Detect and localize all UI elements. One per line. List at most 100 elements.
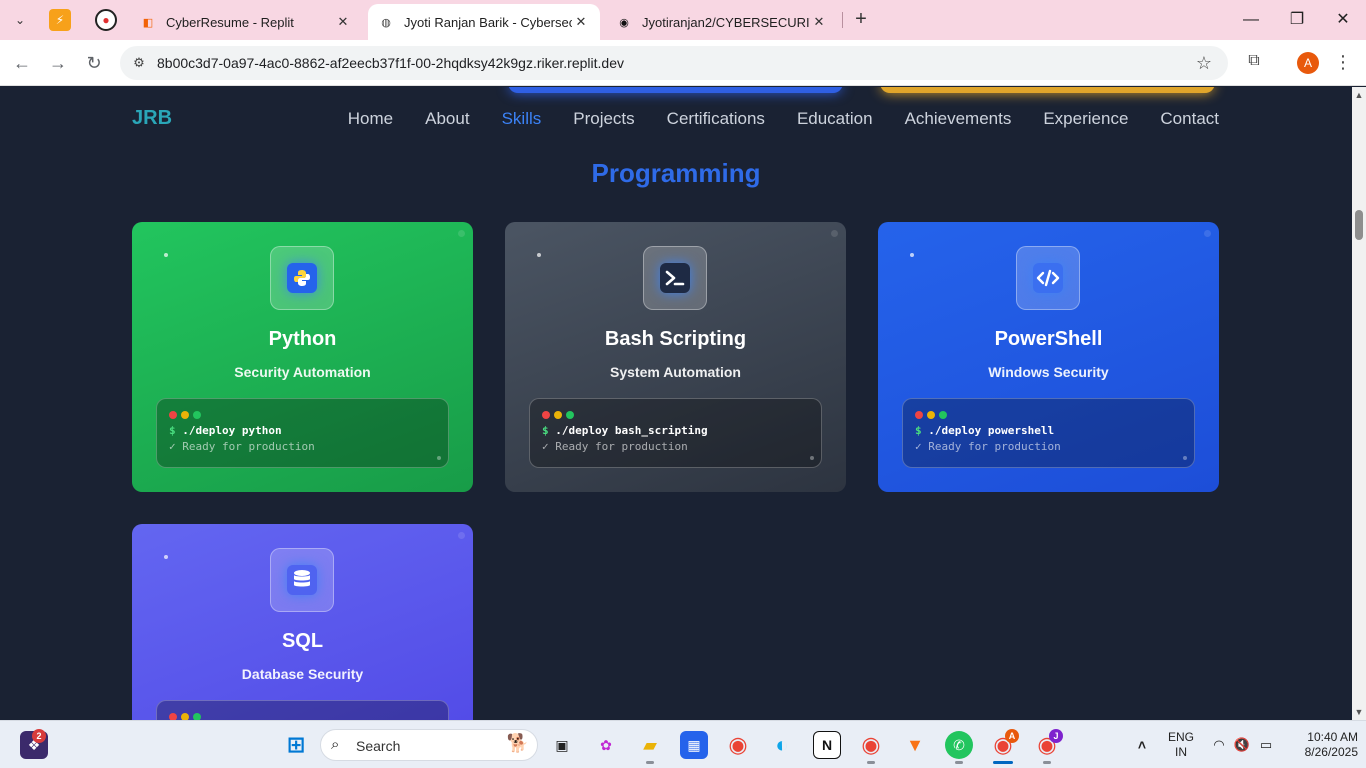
skill-subtitle: Database Security	[241, 666, 364, 682]
windows-start-icon[interactable]: ⊞	[282, 731, 310, 759]
clock-time: 10:40 AM	[1307, 730, 1358, 744]
decorative-dot	[458, 532, 465, 539]
chevron-up-icon[interactable]: ˄	[1128, 731, 1156, 759]
replit-icon: ◧	[142, 16, 154, 29]
skill-subtitle: Security Automation	[234, 364, 371, 380]
terminal-snippet: $ ./deploy powershell ✓ Ready for produc…	[902, 398, 1195, 468]
skill-icon-box	[270, 246, 334, 310]
terminal-dot	[169, 713, 177, 720]
close-icon[interactable]: ✕	[572, 14, 590, 30]
terminal-window-dots	[915, 411, 947, 419]
skill-card-powershell[interactable]: PowerShell Windows Security $ ./deploy p…	[878, 222, 1219, 492]
scroll-down-arrow-icon[interactable]: ▼	[1352, 705, 1366, 719]
browser-tab-strip: ⌄ ⚡ ● ◧ CyberResume - Replit ✕ ◍ Jyoti R…	[0, 0, 1366, 40]
nav-link-home[interactable]: Home	[348, 109, 393, 129]
database-icon	[287, 565, 317, 595]
record-icon: ●	[102, 13, 110, 27]
battery-icon[interactable]: ▭	[1252, 731, 1280, 759]
nav-link-about[interactable]: About	[425, 109, 469, 129]
skill-card-bash-scripting[interactable]: Bash Scripting System Automation $ ./dep…	[505, 222, 846, 492]
pinned-tab-bolt[interactable]: ⚡	[49, 9, 71, 31]
skill-name: PowerShell	[994, 328, 1103, 350]
minimize-button[interactable]: —	[1228, 6, 1274, 34]
site-info-icon[interactable]: ⚙	[130, 54, 148, 72]
nav-link-projects[interactable]: Projects	[573, 109, 634, 129]
decorative-dot	[1204, 230, 1211, 237]
file-explorer-icon[interactable]: ▰	[636, 731, 664, 759]
decorative-dot	[537, 253, 541, 257]
running-app-indicator	[1043, 761, 1051, 764]
site-logo[interactable]: JRB	[132, 107, 172, 130]
reload-button[interactable]: ↻	[81, 50, 107, 76]
tab-cyberresume-replit[interactable]: ◧ CyberResume - Replit ✕	[130, 4, 362, 40]
tab-title: Jyotiranjan2/CYBERSECURITY-P	[642, 14, 810, 30]
back-button[interactable]: ←	[9, 50, 35, 76]
terminal-window-dots	[542, 411, 574, 419]
url-text[interactable]: 8b00c3d7-0a97-4ac0-8862-af2eecb37f1f-00-…	[157, 55, 624, 71]
arrow-left-icon: ←	[13, 53, 31, 73]
chevron-down-icon: ⌄	[14, 13, 26, 27]
skill-card-python[interactable]: Python Security Automation $ ./deploy py…	[132, 222, 473, 492]
nav-link-certifications[interactable]: Certifications	[667, 109, 765, 129]
profile-avatar[interactable]: A	[1297, 52, 1319, 74]
terminal-dot	[181, 411, 189, 419]
terminal-snippet: $ ./deploy bash_scripting ✓ Ready for pr…	[529, 398, 822, 468]
task-view-icon[interactable]: ▣	[548, 731, 576, 759]
terminal-dot	[169, 411, 177, 419]
close-window-button[interactable]: ✕	[1320, 6, 1366, 34]
language-indicator[interactable]: ENG IN	[1163, 730, 1199, 760]
chrome-profile-icon[interactable]: ◉	[857, 731, 885, 759]
forward-button[interactable]: →	[45, 50, 71, 76]
brave-icon[interactable]: ▼	[901, 731, 929, 759]
bookmark-star-icon[interactable]: ☆	[1193, 53, 1215, 74]
tab-title: Jyoti Ranjan Barik - Cybersecuri	[404, 14, 572, 30]
nav-link-experience[interactable]: Experience	[1043, 109, 1128, 129]
whatsapp-icon[interactable]: ✆	[945, 731, 973, 759]
nav-link-skills[interactable]: Skills	[502, 109, 542, 129]
address-bar[interactable]: ⚙ 8b00c3d7-0a97-4ac0-8862-af2eecb37f1f-0…	[120, 46, 1228, 80]
scrollbar-thumb[interactable]	[1355, 210, 1363, 240]
terminal-icon	[660, 263, 690, 293]
nav-link-contact[interactable]: Contact	[1160, 109, 1219, 129]
nav-links: Home About Skills Projects Certification…	[348, 109, 1219, 129]
copilot-icon[interactable]: ✿	[592, 731, 620, 759]
new-tab-button[interactable]: +	[850, 9, 872, 31]
skill-card-sql[interactable]: SQL Database Security	[132, 524, 473, 720]
pinned-tab-media[interactable]: ●	[95, 9, 117, 31]
skill-subtitle: System Automation	[610, 364, 741, 380]
decorative-dot	[458, 230, 465, 237]
code-icon	[1033, 263, 1063, 293]
extensions-icon[interactable]: ⧉	[1243, 52, 1265, 70]
running-app-indicator	[646, 761, 654, 764]
terminal-dot	[939, 411, 947, 419]
terminal-dot	[554, 411, 562, 419]
maximize-button[interactable]: ❐	[1274, 6, 1320, 34]
language-code: ENG	[1167, 730, 1194, 744]
microsoft-store-icon[interactable]: ▦	[680, 731, 708, 759]
tab-jyoti-ranjan-barik[interactable]: ◍ Jyoti Ranjan Barik - Cybersecuri ✕	[368, 4, 600, 40]
python-icon	[287, 263, 317, 293]
close-icon[interactable]: ✕	[334, 14, 352, 30]
edge-icon[interactable]: ◐	[768, 731, 796, 759]
browser-menu-icon[interactable]: ⋮	[1333, 52, 1353, 73]
notion-icon[interactable]: N	[813, 731, 841, 759]
close-icon[interactable]: ✕	[810, 14, 828, 30]
nav-link-achievements[interactable]: Achievements	[905, 109, 1012, 129]
nav-link-education[interactable]: Education	[797, 109, 873, 129]
chrome-icon[interactable]: ◉	[724, 731, 752, 759]
tab-search-dropdown[interactable]: ⌄	[8, 8, 32, 32]
decorative-dot	[910, 253, 914, 257]
page-scrollbar[interactable]	[1352, 87, 1366, 720]
scroll-up-arrow-icon[interactable]: ▲	[1352, 88, 1366, 102]
clock[interactable]: 10:40 AM 8/26/2025	[1282, 730, 1358, 760]
tab-github-repo[interactable]: ◉ Jyotiranjan2/CYBERSECURITY-P ✕	[606, 4, 838, 40]
decorative-dot	[1183, 456, 1187, 460]
profile-badge-j: J	[1049, 729, 1063, 743]
terminal-command: $ ./deploy python	[169, 424, 282, 437]
terminal-dot	[927, 411, 935, 419]
running-app-indicator	[867, 761, 875, 764]
skill-name: Python	[268, 328, 337, 350]
taskbar-search[interactable]: ⌕ Search 🐕	[320, 729, 538, 761]
search-icon: ⌕	[331, 736, 340, 753]
address-toolbar: ← → ↻ ⚙ 8b00c3d7-0a97-4ac0-8862-af2eecb3…	[0, 40, 1366, 86]
